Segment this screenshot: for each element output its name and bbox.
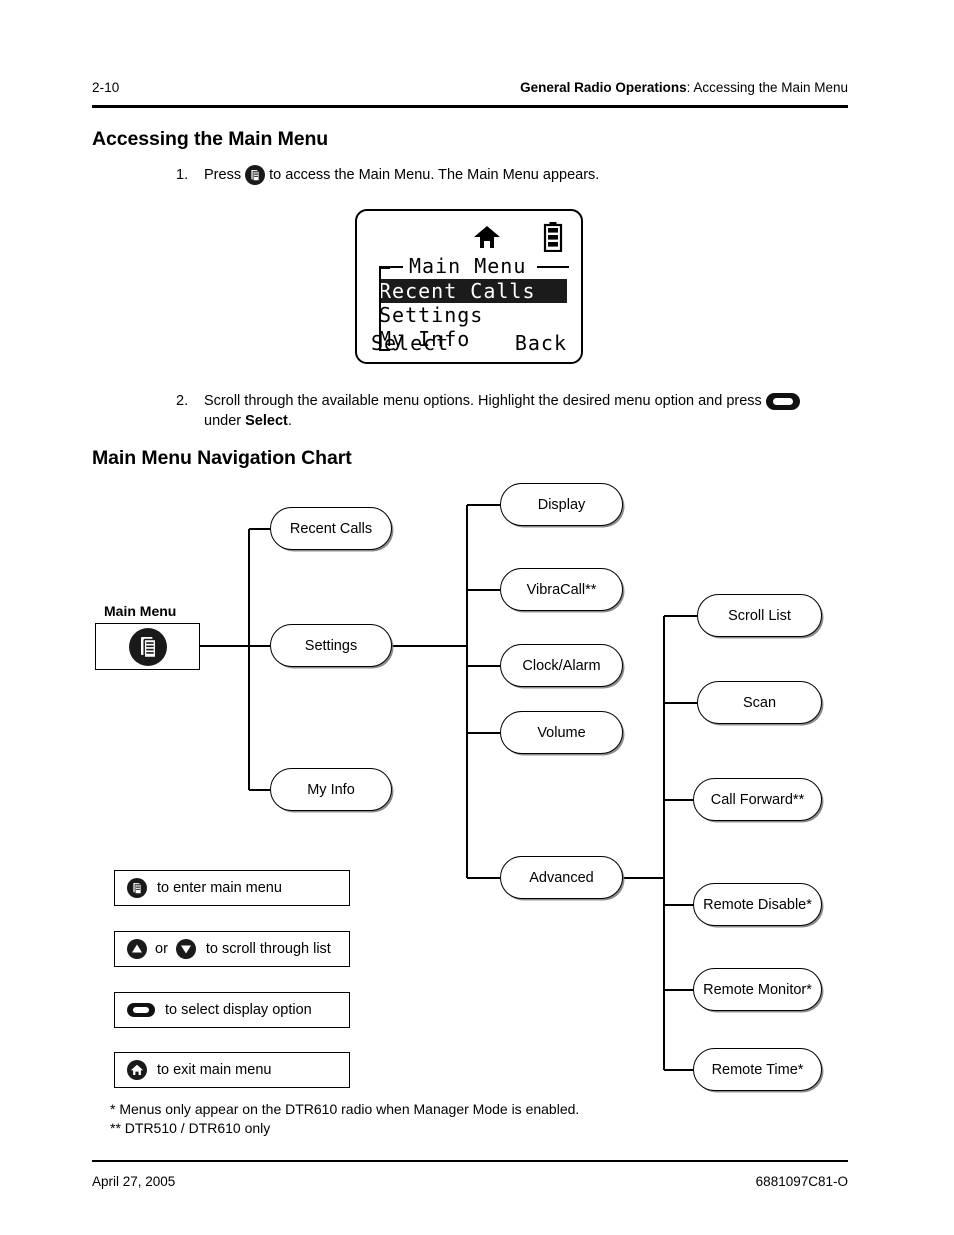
lcd-item-settings[interactable]: Settings [357, 303, 581, 327]
step-2-text-end: . [287, 413, 292, 429]
nav-node-label: My Info [307, 781, 355, 798]
step-1: 1. Press to access the Main Menu. The Ma… [176, 165, 796, 186]
page-title: Accessing the Main Menu [92, 128, 329, 150]
legend-select-display-option: to select display option [114, 992, 350, 1028]
nav-node-call-forward[interactable]: Call Forward** [693, 778, 822, 821]
footnotes: * Menus only appear on the DTR610 radio … [110, 1100, 579, 1138]
step-2-body: Scroll through the available menu option… [204, 391, 846, 431]
home-key-icon [127, 1060, 147, 1080]
nav-node-settings[interactable]: Settings [270, 624, 392, 667]
page-header: 2-10 General Radio Operations: Accessing… [92, 80, 848, 102]
step-2-number: 2. [176, 393, 189, 409]
nav-node-volume[interactable]: Volume [500, 711, 623, 754]
nav-root-label: Main Menu [104, 603, 177, 619]
step-2-bold-word: Select [245, 413, 288, 429]
legend-enter-main-menu: to enter main menu [114, 870, 350, 906]
nav-node-clock-alarm[interactable]: Clock/Alarm [500, 644, 623, 687]
menu-key-icon [127, 878, 147, 898]
page-number: 2-10 [92, 80, 120, 95]
legend-conjunction: or [155, 941, 168, 957]
radio-display-screenshot: Main Menu Recent Calls Settings My Info … [355, 209, 583, 364]
step-1-text-before: Press [204, 167, 242, 183]
nav-node-label: Scan [742, 694, 777, 711]
nav-node-scroll-list[interactable]: Scroll List [697, 594, 822, 637]
select-key-icon [765, 392, 800, 410]
step-1-text-after: to access the Main Menu. The Main Menu a… [269, 167, 600, 183]
home-icon [473, 225, 501, 256]
nav-node-recent-calls[interactable]: Recent Calls [270, 507, 392, 550]
step-1-number: 1. [176, 167, 189, 183]
step-2: 2. Scroll through the available menu opt… [176, 391, 846, 431]
footer-document-id: 6881097C81-O [755, 1174, 848, 1189]
nav-node-remote-monitor[interactable]: Remote Monitor* [693, 968, 822, 1011]
lcd-softkey-select[interactable]: Select [371, 331, 449, 355]
nav-node-label: Clock/Alarm [522, 657, 601, 674]
legend-label: to select display option [165, 1002, 312, 1018]
nav-chart-title: Main Menu Navigation Chart [92, 447, 352, 469]
nav-node-vibracall[interactable]: VibraCall** [500, 568, 623, 611]
nav-node-label: Remote Disable* [703, 896, 812, 913]
select-key-icon [127, 1003, 155, 1017]
nav-node-display[interactable]: Display [500, 483, 623, 526]
footnote-double-asterisk: ** DTR510 / DTR610 only [110, 1120, 271, 1136]
battery-icon [543, 222, 563, 257]
legend-exit-main-menu: to exit main menu [114, 1052, 350, 1088]
nav-node-label: Settings [304, 637, 358, 654]
nav-node-label: Remote Time* [711, 1061, 804, 1078]
nav-node-advanced[interactable]: Advanced [500, 856, 623, 899]
nav-node-label: Remote Monitor* [703, 981, 812, 998]
running-head: General Radio Operations: Accessing the … [520, 80, 848, 95]
header-divider [92, 105, 848, 108]
nav-node-label: VibraCall** [526, 581, 597, 598]
lcd-softkey-bar: Select Back [357, 331, 581, 357]
nav-node-my-info[interactable]: My Info [270, 768, 392, 811]
lcd-status-bar [357, 219, 581, 253]
up-arrow-key-icon [127, 939, 147, 959]
legend-label: to scroll through list [205, 941, 331, 957]
nav-node-label: Volume [537, 724, 586, 741]
step-2-text-before: Scroll through the available menu option… [204, 393, 762, 409]
nav-node-scan[interactable]: Scan [697, 681, 822, 724]
running-head-section: General Radio Operations [520, 80, 687, 95]
nav-node-main-menu[interactable] [95, 623, 200, 670]
lcd-item-recent-calls[interactable]: Recent Calls [379, 279, 567, 303]
step-1-body: Press to access the Main Menu. The Main … [204, 165, 796, 186]
footer-date: April 27, 2005 [92, 1174, 176, 1189]
menu-key-icon [245, 165, 266, 186]
lcd-menu-title-row: Main Menu [357, 253, 581, 279]
lcd-title-rule-right [537, 266, 569, 268]
down-arrow-key-icon [175, 939, 196, 959]
step-2-text-after: under [204, 413, 242, 429]
legend-scroll-through-list: or to scroll through list [114, 931, 350, 967]
footnote-single-asterisk: * Menus only appear on the DTR610 radio … [110, 1101, 580, 1117]
nav-node-remote-disable[interactable]: Remote Disable* [693, 883, 822, 926]
lcd-menu-title: Main Menu [409, 254, 527, 278]
footer-divider [92, 1160, 848, 1162]
nav-node-label: Advanced [529, 869, 594, 886]
legend-label: to exit main menu [157, 1062, 272, 1078]
nav-node-remote-time[interactable]: Remote Time* [693, 1048, 822, 1091]
legend-label: to enter main menu [157, 880, 282, 896]
nav-node-label: Display [537, 496, 586, 513]
nav-node-label: Recent Calls [289, 520, 373, 537]
nav-node-label: Call Forward** [710, 791, 805, 808]
lcd-softkey-back[interactable]: Back [515, 331, 567, 355]
menu-key-icon [128, 627, 167, 666]
nav-node-label: Scroll List [728, 607, 791, 624]
running-head-topic: : Accessing the Main Menu [686, 80, 848, 95]
